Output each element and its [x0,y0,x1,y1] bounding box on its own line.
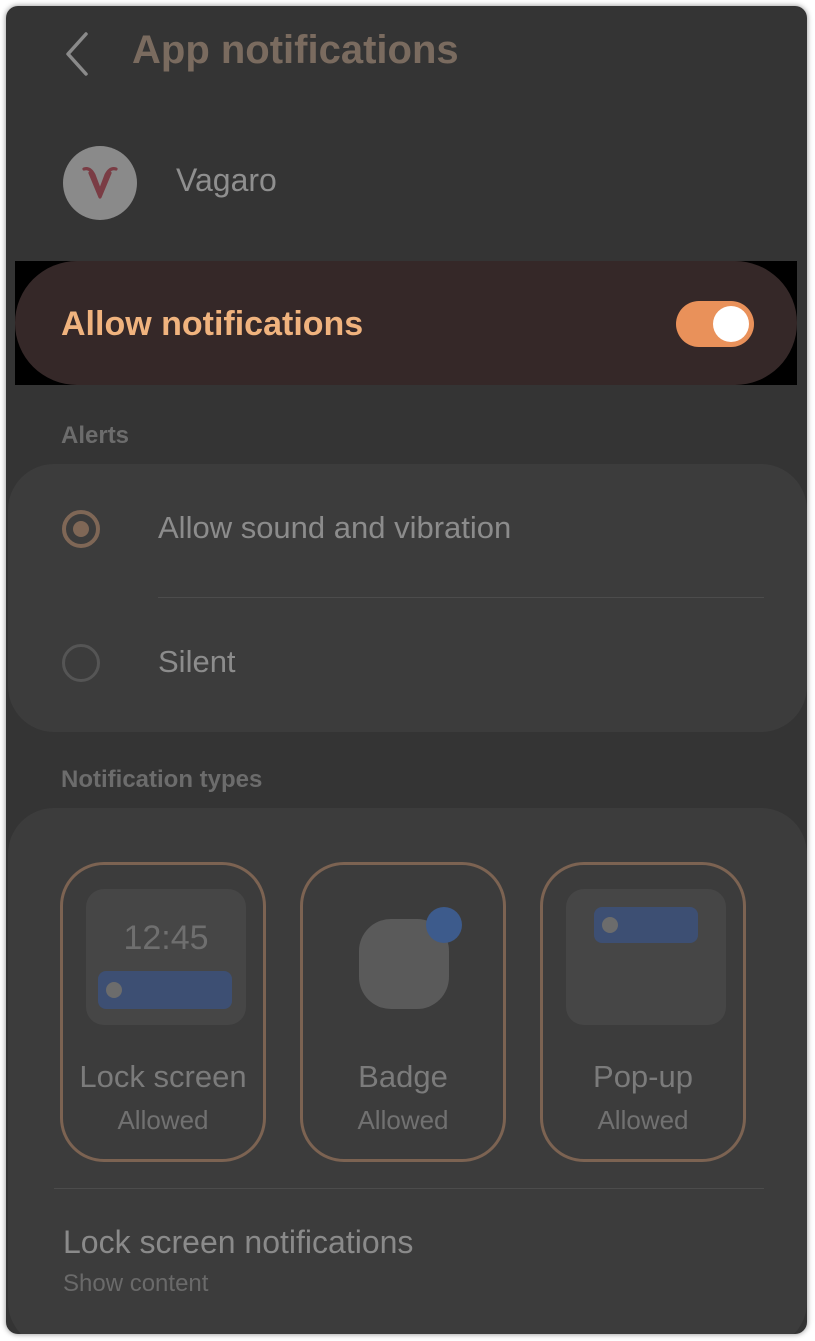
type-tile-pop-up[interactable]: Pop-up Allowed [540,862,746,1162]
alert-option-label: Allow sound and vibration [158,510,512,545]
type-tile-status: Allowed [357,1105,449,1135]
back-button[interactable] [58,28,98,80]
alert-option-label: Silent [158,644,236,679]
lock-screen-preview: 12:45 [86,889,246,1025]
allow-notifications-label: Allow notifications [61,305,364,343]
alert-option-sound-vibration[interactable]: Allow sound and vibration [8,464,807,598]
header: App notifications [6,6,807,106]
vagaro-logo-icon [63,146,137,220]
type-tile-name: Pop-up [593,1059,693,1094]
type-tile-name: Lock screen [79,1059,247,1094]
notification-bar [98,971,232,1009]
preview-clock: 12:45 [123,919,209,957]
type-tile-badge[interactable]: Badge Allowed [300,862,506,1162]
page-title: App notifications [132,28,459,72]
type-tile-status: Allowed [117,1105,209,1135]
lock-screen-notifications-subtitle: Show content [63,1270,209,1297]
divider [54,1188,764,1189]
notification-types-card: 12:45 Lock screen Allowed Badge Allowed [8,808,807,1334]
app-info-row: Vagaro [6,134,807,234]
type-tile-lock-screen[interactable]: 12:45 Lock screen Allowed [60,862,266,1162]
badge-dot-icon [426,907,462,943]
allow-notifications-row[interactable]: Allow notifications [15,261,797,385]
app-name: Vagaro [176,162,277,198]
pop-up-preview [566,889,726,1025]
alerts-card: Allow sound and vibration Silent [8,464,807,732]
allow-notifications-pill: Allow notifications [15,261,797,385]
notification-dot [106,982,122,998]
alert-option-silent[interactable]: Silent [8,598,807,732]
radio-selected-icon[interactable] [62,510,100,548]
allow-notifications-toggle[interactable] [676,301,754,347]
radio-unselected-icon[interactable] [62,644,100,682]
notification-bar [594,907,698,943]
badge-preview [303,865,503,1045]
notification-dot [602,917,618,933]
type-tile-name: Badge [358,1059,448,1094]
type-tile-status: Allowed [597,1105,689,1135]
alerts-section-label: Alerts [61,422,130,449]
chevron-left-icon [66,32,88,76]
notification-types-section-label: Notification types [61,766,263,793]
toggle-knob [713,306,749,342]
lock-screen-notifications-title: Lock screen notifications [63,1224,414,1260]
app-notifications-screen: App notifications Vagaro Allow notificat… [6,6,807,1334]
